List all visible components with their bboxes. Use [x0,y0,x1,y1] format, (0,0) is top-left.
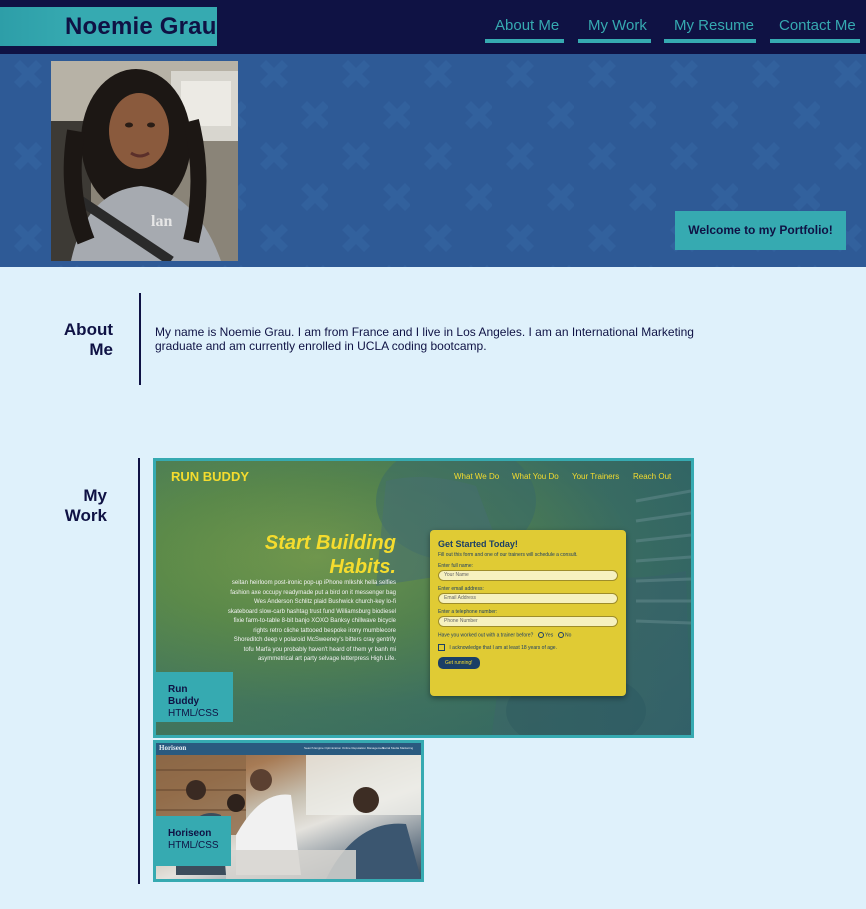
horiseon-preview-header: Horiseon Search Engine Optimization Onli… [156,743,421,755]
radio-icon [557,632,564,638]
run-buddy-nav-item: Your Trainers [572,472,620,481]
nav-contact-me-underline [770,39,860,43]
top-nav-bar: Noemie Grau About Me My Work My Resume C… [0,0,866,54]
run-buddy-hero-body: seitan heirloom post-ironic pop-up iPhon… [227,580,396,662]
nav-contact-me[interactable]: Contact Me [779,17,856,34]
nav-my-work[interactable]: My Work [588,17,647,34]
run-buddy-submit-button: Get running! [438,657,480,670]
horiseon-logo: Horiseon [159,744,187,752]
horiseon-nav-item: Social Media Marketing [382,746,414,750]
horiseon-nav-item: Search Engine Optimization [304,746,342,750]
run-buddy-name-input: Your Name [438,570,618,581]
radio-icon [537,632,544,638]
nav-about-me-underline [485,39,564,43]
nav-my-resume-underline [664,39,756,43]
run-buddy-nav-item: Reach Out [633,472,672,481]
work-section-title: My Work [64,486,107,525]
run-buddy-nav-item: What We Do [454,472,500,481]
project-card-run-buddy[interactable]: RUN BUDDY What We Do What You Do Your Tr… [153,458,694,738]
nav-my-resume[interactable]: My Resume [674,17,754,34]
run-buddy-ack: I acknowledge that I am at least 18 year… [438,644,618,652]
about-section-title: About Me [63,320,113,359]
horiseon-nav-item: Online Reputation Management [342,746,385,750]
site-brand[interactable]: Noemie Grau [0,7,217,46]
run-buddy-hero-title: Start Building Habits. [264,532,396,578]
nav-about-me[interactable]: About Me [495,17,559,34]
checkbox-icon [438,644,445,652]
work-divider [138,458,140,884]
nav-my-work-underline [578,39,651,43]
profile-photo: lan [51,61,238,261]
run-buddy-logo: RUN BUDDY [171,469,249,484]
run-buddy-phone-input: Phone Number [438,616,618,627]
run-buddy-nav-item: What You Do [512,472,559,481]
run-buddy-question: Have you worked out with a trainer befor… [438,632,572,639]
project-label-horiseon[interactable]: Horiseon HTML/CSS [156,816,231,866]
run-buddy-signup-form: Get Started Today! Fill out this form an… [430,530,626,696]
about-divider [139,293,141,385]
svg-text:lan: lan [151,213,172,230]
welcome-badge: Welcome to my Portfolio! [675,211,846,250]
about-text: My name is Noemie Grau. I am from France… [155,325,694,353]
project-label-run-buddy[interactable]: Run Buddy HTML/CSS [156,672,233,722]
run-buddy-email-input: Email Address [438,593,618,604]
project-card-horiseon[interactable]: Horiseon Search Engine Optimization Onli… [153,740,424,882]
